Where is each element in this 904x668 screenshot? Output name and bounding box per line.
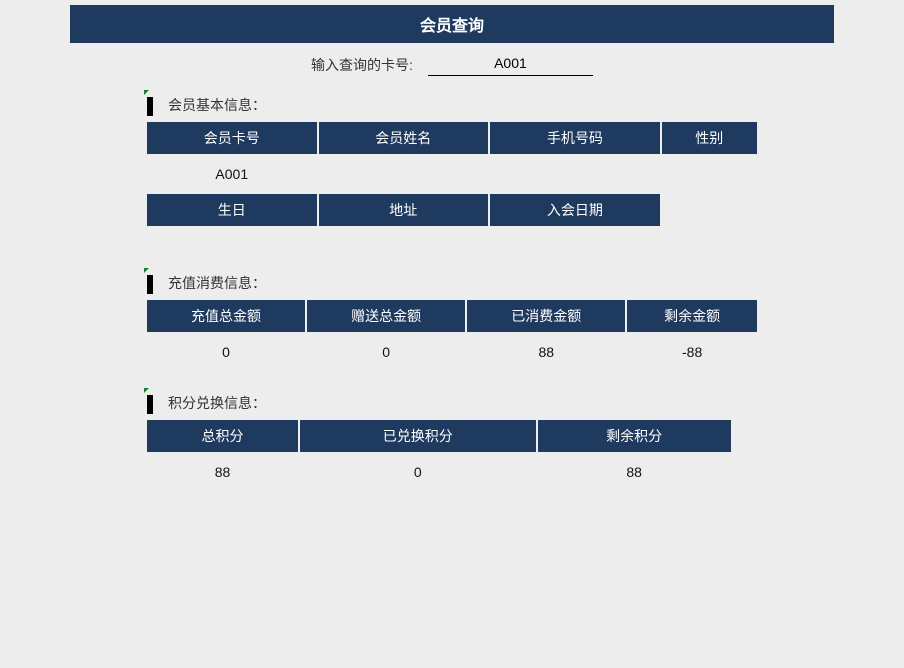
th-bonus-total: 赠送总金额 — [307, 300, 465, 332]
recharge-section-title: 充值消费信息： — [168, 273, 266, 293]
th-gender: 性别 — [662, 122, 757, 154]
points-section-title: 积分兑换信息： — [168, 393, 266, 413]
td-gender — [662, 154, 757, 194]
page-title: 会员查询 — [420, 18, 484, 35]
card-number-input[interactable] — [428, 53, 593, 76]
td-remaining: -88 — [627, 332, 757, 372]
section-marker-icon — [146, 392, 154, 414]
td-card-no: A001 — [147, 154, 317, 194]
td-bonus-total: 0 — [307, 332, 465, 372]
points-table: 总积分 已兑换积分 剩余积分 88 0 88 — [145, 420, 759, 492]
td-remaining-points: 88 — [538, 452, 731, 492]
th-consumed: 已消费金额 — [467, 300, 625, 332]
td-empty — [662, 194, 757, 226]
td-recharge-total: 0 — [147, 332, 305, 372]
recharge-table: 充值总金额 赠送总金额 已消费金额 剩余金额 0 0 88 -88 — [145, 300, 759, 372]
basic-info-table: 会员卡号 会员姓名 手机号码 性别 A001 生日 地址 入会日期 — [145, 122, 759, 226]
td-empty — [733, 420, 757, 452]
th-phone: 手机号码 — [490, 122, 660, 154]
th-birthday: 生日 — [147, 194, 317, 226]
th-remaining: 剩余金额 — [627, 300, 757, 332]
td-total-points: 88 — [147, 452, 298, 492]
page-title-bar: 会员查询 — [70, 5, 834, 43]
th-name: 会员姓名 — [319, 122, 489, 154]
section-marker-icon — [146, 94, 154, 116]
th-address: 地址 — [319, 194, 489, 226]
th-join-date: 入会日期 — [490, 194, 660, 226]
th-recharge-total: 充值总金额 — [147, 300, 305, 332]
search-label: 输入查询的卡号: — [311, 55, 413, 75]
search-row: 输入查询的卡号: — [0, 53, 904, 76]
th-remaining-points: 剩余积分 — [538, 420, 731, 452]
td-consumed: 88 — [467, 332, 625, 372]
points-section: 积分兑换信息： 总积分 已兑换积分 剩余积分 88 0 88 — [145, 392, 759, 492]
basic-section-header: 会员基本信息： — [145, 94, 759, 116]
basic-info-section: 会员基本信息： 会员卡号 会员姓名 手机号码 性别 A001 生日 地址 入会日… — [145, 94, 759, 226]
th-redeemed-points: 已兑换积分 — [300, 420, 536, 452]
points-section-header: 积分兑换信息： — [145, 392, 759, 414]
basic-section-title: 会员基本信息： — [168, 95, 266, 115]
th-total-points: 总积分 — [147, 420, 298, 452]
td-redeemed-points: 0 — [300, 452, 536, 492]
td-name — [319, 154, 489, 194]
recharge-section: 充值消费信息： 充值总金额 赠送总金额 已消费金额 剩余金额 0 0 88 -8… — [145, 272, 759, 372]
td-phone — [490, 154, 660, 194]
td-empty — [733, 452, 757, 492]
th-card-no: 会员卡号 — [147, 122, 317, 154]
recharge-section-header: 充值消费信息： — [145, 272, 759, 294]
section-marker-icon — [146, 272, 154, 294]
